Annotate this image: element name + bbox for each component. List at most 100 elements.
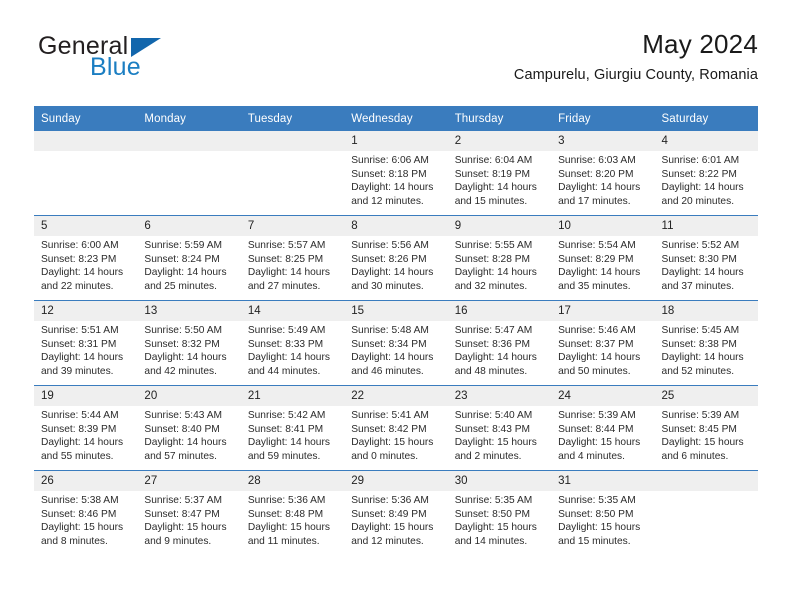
daylight-text: and 12 minutes. <box>351 195 424 207</box>
daylight-text: Daylight: 14 hours <box>144 437 227 449</box>
daylight-text: Daylight: 15 hours <box>558 522 641 534</box>
calendar-day-cell[interactable]: 1 Sunrise: 6:06 AM Sunset: 8:18 PM Daylight… <box>344 131 448 216</box>
calendar-day-cell[interactable]: 3 Sunrise: 6:03 AM Sunset: 8:20 PM Daylight… <box>551 131 655 216</box>
daylight-text: Daylight: 14 hours <box>661 352 744 364</box>
sunrise-text: Sunrise: 6:03 AM <box>558 155 636 166</box>
day-cell-inner: 25 Sunrise: 5:39 AM Sunset: 8:45 PM Dayligh… <box>654 386 758 470</box>
calendar-day-cell[interactable]: 16 Sunrise: 5:47 AM Sunset: 8:36 PM Dayligh… <box>447 300 552 386</box>
day-cell-inner: 24 Sunrise: 5:39 AM Sunset: 8:44 PM Dayligh… <box>551 386 655 470</box>
calendar-day-cell[interactable]: 20 Sunrise: 5:43 AM Sunset: 8:40 PM Dayligh… <box>137 385 241 471</box>
daylight-text: and 11 minutes. <box>247 535 320 547</box>
weekday-header-sunday: Sunday <box>34 106 138 131</box>
calendar-day-cell[interactable]: 5 Sunrise: 6:00 AM Sunset: 8:23 PM Daylight… <box>34 215 138 301</box>
calendar-day-cell[interactable]: 18 Sunrise: 5:45 AM Sunset: 8:38 PM Dayligh… <box>654 300 758 386</box>
calendar-day-cell[interactable]: 31 Sunrise: 5:35 AM Sunset: 8:50 PM Dayligh… <box>551 470 655 555</box>
weekday-header-tuesday: Tuesday <box>240 106 345 131</box>
calendar-day-cell[interactable]: 22 Sunrise: 5:41 AM Sunset: 8:42 PM Dayligh… <box>344 385 448 471</box>
day-sun-info: Sunrise: 5:41 AM Sunset: 8:42 PM Daylight:… <box>344 406 447 463</box>
sunrise-text: Sunrise: 5:35 AM <box>558 495 636 506</box>
calendar-day-cell[interactable]: 30 Sunrise: 5:35 AM Sunset: 8:50 PM Dayligh… <box>447 470 552 555</box>
sunrise-text: Sunrise: 5:57 AM <box>247 240 326 251</box>
calendar-page: General Blue May 2024 Campurelu, Giurgiu… <box>0 0 792 612</box>
calendar-day-cell[interactable]: 25 Sunrise: 5:39 AM Sunset: 8:45 PM Dayligh… <box>654 385 758 471</box>
calendar-day-cell[interactable]: 26 Sunrise: 5:38 AM Sunset: 8:46 PM Dayligh… <box>34 470 138 555</box>
calendar-empty-cell <box>34 131 138 216</box>
daylight-text: and 59 minutes. <box>247 450 321 462</box>
day-number: 25 <box>654 386 758 406</box>
day-sun-info: Sunrise: 5:40 AM Sunset: 8:43 PM Daylight:… <box>448 406 551 463</box>
sunset-text: Sunset: 8:44 PM <box>558 423 634 435</box>
sunset-text: Sunset: 8:39 PM <box>41 423 117 435</box>
sunset-text: Sunset: 8:50 PM <box>558 508 634 520</box>
calendar-day-cell[interactable]: 24 Sunrise: 5:39 AM Sunset: 8:44 PM Dayligh… <box>551 385 655 471</box>
day-sun-info: Sunrise: 5:59 AM Sunset: 8:24 PM Daylight:… <box>137 236 240 293</box>
day-number: 16 <box>447 301 552 321</box>
sunrise-text: Sunrise: 5:36 AM <box>351 495 429 506</box>
day-sun-info: Sunrise: 5:43 AM Sunset: 8:40 PM Daylight:… <box>137 406 240 463</box>
calendar-day-cell[interactable]: 28 Sunrise: 5:36 AM Sunset: 8:48 PM Dayligh… <box>240 470 345 555</box>
sunrise-text: Sunrise: 5:44 AM <box>41 410 119 421</box>
calendar-body: 1 Sunrise: 6:06 AM Sunset: 8:18 PM Daylight… <box>34 131 758 555</box>
daylight-text: Daylight: 14 hours <box>41 267 124 279</box>
daylight-text: and 20 minutes. <box>661 195 735 207</box>
calendar-day-cell[interactable]: 10 Sunrise: 5:54 AM Sunset: 8:29 PM Dayligh… <box>551 215 655 301</box>
calendar-day-cell[interactable]: 17 Sunrise: 5:46 AM Sunset: 8:37 PM Dayligh… <box>551 300 655 386</box>
day-sun-info: Sunrise: 6:03 AM Sunset: 8:20 PM Daylight:… <box>551 151 654 208</box>
day-number: 8 <box>344 216 448 236</box>
sunset-text: Sunset: 8:32 PM <box>144 338 220 350</box>
calendar-day-cell[interactable]: 4 Sunrise: 6:01 AM Sunset: 8:22 PM Daylight… <box>654 131 758 216</box>
title-block: May 2024 Campurelu, Giurgiu County, Roma… <box>514 28 758 86</box>
day-sun-info: Sunrise: 5:44 AM Sunset: 8:39 PM Daylight:… <box>34 406 137 463</box>
sunset-text: Sunset: 8:46 PM <box>41 508 117 520</box>
daylight-text: Daylight: 14 hours <box>41 437 124 449</box>
sunrise-text: Sunrise: 5:45 AM <box>661 325 740 336</box>
day-number: 13 <box>137 301 241 321</box>
day-number: 24 <box>551 386 655 406</box>
day-number: 2 <box>447 131 552 151</box>
daylight-text: and 6 minutes. <box>661 450 729 462</box>
calendar-day-cell[interactable]: 8 Sunrise: 5:56 AM Sunset: 8:26 PM Daylight… <box>344 215 448 301</box>
day-number: 1 <box>344 131 448 151</box>
calendar-day-cell[interactable]: 19 Sunrise: 5:44 AM Sunset: 8:39 PM Dayligh… <box>34 385 138 471</box>
calendar-day-cell[interactable]: 2 Sunrise: 6:04 AM Sunset: 8:19 PM Daylight… <box>447 131 552 216</box>
sunset-text: Sunset: 8:25 PM <box>247 253 324 265</box>
day-sun-info: Sunrise: 6:06 AM Sunset: 8:18 PM Daylight:… <box>344 151 447 208</box>
calendar-day-cell[interactable]: 13 Sunrise: 5:50 AM Sunset: 8:32 PM Dayligh… <box>137 300 241 386</box>
calendar-day-cell[interactable]: 21 Sunrise: 5:42 AM Sunset: 8:41 PM Dayligh… <box>240 385 345 471</box>
calendar-day-cell[interactable]: 29 Sunrise: 5:36 AM Sunset: 8:49 PM Dayligh… <box>344 470 448 555</box>
sunset-text: Sunset: 8:34 PM <box>351 338 427 350</box>
daylight-text: and 50 minutes. <box>558 365 631 377</box>
sunrise-text: Sunrise: 5:56 AM <box>351 240 429 251</box>
daylight-text: Daylight: 15 hours <box>144 522 227 534</box>
day-cell-inner: 4 Sunrise: 6:01 AM Sunset: 8:22 PM Daylight… <box>654 131 758 215</box>
sunset-text: Sunset: 8:50 PM <box>454 508 531 520</box>
calendar-day-cell[interactable]: 9 Sunrise: 5:55 AM Sunset: 8:28 PM Daylight… <box>447 215 552 301</box>
daylight-text: and 46 minutes. <box>351 365 424 377</box>
day-sun-info: Sunrise: 5:38 AM Sunset: 8:46 PM Daylight:… <box>34 491 137 548</box>
calendar-day-cell[interactable]: 23 Sunrise: 5:40 AM Sunset: 8:43 PM Dayligh… <box>447 385 552 471</box>
general-blue-logo[interactable]: General Blue <box>34 32 244 90</box>
calendar-day-cell[interactable]: 15 Sunrise: 5:48 AM Sunset: 8:34 PM Dayligh… <box>344 300 448 386</box>
day-sun-info: Sunrise: 6:00 AM Sunset: 8:23 PM Daylight:… <box>34 236 137 293</box>
sunset-text: Sunset: 8:22 PM <box>661 168 737 180</box>
daylight-text: and 32 minutes. <box>454 280 528 292</box>
calendar-day-cell[interactable]: 14 Sunrise: 5:49 AM Sunset: 8:33 PM Dayligh… <box>240 300 345 386</box>
sunrise-text: Sunrise: 5:36 AM <box>247 495 326 506</box>
calendar-day-cell[interactable]: 12 Sunrise: 5:51 AM Sunset: 8:31 PM Dayligh… <box>34 300 138 386</box>
day-sun-info: Sunrise: 5:48 AM Sunset: 8:34 PM Daylight:… <box>344 321 447 378</box>
calendar-day-cell[interactable]: 27 Sunrise: 5:37 AM Sunset: 8:47 PM Dayligh… <box>137 470 241 555</box>
calendar-day-cell[interactable]: 7 Sunrise: 5:57 AM Sunset: 8:25 PM Daylight… <box>240 215 345 301</box>
sunrise-text: Sunrise: 5:37 AM <box>144 495 223 506</box>
sunrise-text: Sunrise: 5:38 AM <box>41 495 119 506</box>
day-number: 12 <box>34 301 138 321</box>
daylight-text: Daylight: 15 hours <box>41 522 124 534</box>
day-cell-inner: 18 Sunrise: 5:45 AM Sunset: 8:38 PM Dayligh… <box>654 301 758 385</box>
sunset-text: Sunset: 8:41 PM <box>247 423 324 435</box>
sunrise-sunset-calendar: Sunday Monday Tuesday Wednesday Thursday Frid… <box>34 106 758 555</box>
calendar-day-cell[interactable]: 11 Sunrise: 5:52 AM Sunset: 8:30 PM Dayligh… <box>654 215 758 301</box>
day-cell-inner: 6 Sunrise: 5:59 AM Sunset: 8:24 PM Daylight… <box>137 216 241 300</box>
day-number: 3 <box>551 131 655 151</box>
sunrise-text: Sunrise: 5:41 AM <box>351 410 429 421</box>
calendar-day-cell[interactable]: 6 Sunrise: 5:59 AM Sunset: 8:24 PM Daylight… <box>137 215 241 301</box>
daylight-text: Daylight: 15 hours <box>454 437 537 449</box>
